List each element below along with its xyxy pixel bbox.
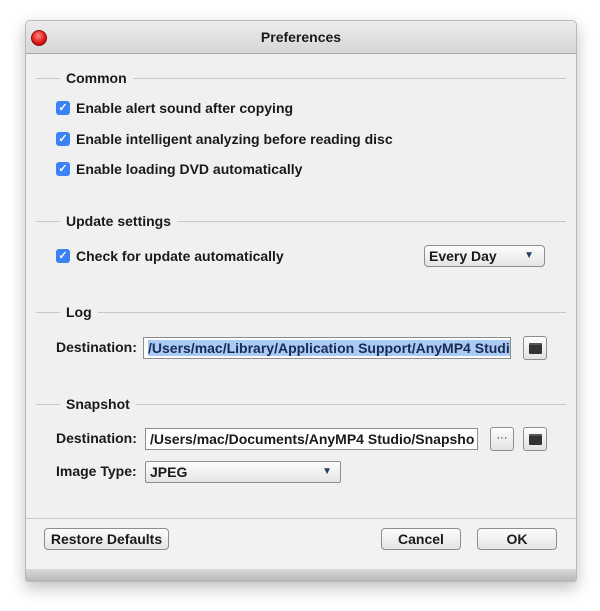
checkbox-label: Enable alert sound after copying — [76, 100, 294, 116]
close-button[interactable] — [31, 30, 47, 46]
chevron-down-icon: ▼ — [524, 250, 534, 261]
select-value: JPEG — [150, 464, 188, 480]
folder-icon — [528, 343, 542, 354]
more-button[interactable]: ··· — [490, 427, 514, 451]
image-type-select[interactable]: JPEG ▼ — [145, 461, 341, 483]
common-section: Common — [36, 69, 566, 87]
update-frequency-select[interactable]: Every Day ▼ — [424, 245, 545, 267]
checkmark-icon: ✓ — [56, 249, 70, 263]
checkbox-label: Enable loading DVD automatically — [76, 161, 303, 177]
log-browse-button[interactable] — [523, 336, 547, 360]
snapshot-destination-label: Destination: — [56, 430, 137, 446]
section-title: Common — [60, 69, 133, 87]
bottom-bar — [26, 569, 576, 581]
snapshot-section: Snapshot — [36, 395, 566, 413]
alert-sound-checkbox[interactable]: ✓ Enable alert sound after copying — [56, 100, 293, 116]
preferences-window: Preferences Common ✓ Enable alert sound a… — [25, 20, 577, 582]
section-title: Log — [60, 303, 98, 321]
section-title: Update settings — [60, 212, 178, 230]
checkmark-icon: ✓ — [56, 162, 70, 176]
selected-text: /Users/mac/Library/Application Support/A… — [148, 340, 510, 356]
section-title: Snapshot — [60, 395, 136, 413]
chevron-down-icon: ▼ — [322, 466, 332, 477]
restore-defaults-button[interactable]: Restore Defaults — [44, 528, 169, 550]
checkmark-icon: ✓ — [56, 101, 70, 115]
ok-button[interactable]: OK — [477, 528, 557, 550]
ellipsis-icon: ··· — [496, 432, 508, 444]
title-bar: Preferences — [26, 21, 576, 54]
checkbox-label: Enable intelligent analyzing before read… — [76, 131, 393, 147]
loading-dvd-checkbox[interactable]: ✓ Enable loading DVD automatically — [56, 161, 302, 177]
window-title: Preferences — [260, 29, 342, 45]
log-section: Log — [36, 303, 566, 321]
folder-icon — [528, 434, 542, 445]
snapshot-browse-button[interactable] — [523, 427, 547, 451]
log-destination-input[interactable]: /Users/mac/Library/Application Support/A… — [143, 337, 511, 359]
snapshot-destination-input[interactable]: /Users/mac/Documents/AnyMP4 Studio/Snaps… — [145, 428, 478, 450]
cancel-button[interactable]: Cancel — [381, 528, 461, 550]
log-destination-label: Destination: — [56, 339, 137, 355]
image-type-label: Image Type: — [56, 463, 137, 479]
footer-bar: Restore Defaults Cancel OK — [26, 518, 576, 570]
select-value: Every Day — [429, 248, 497, 264]
check-update-checkbox[interactable]: ✓ Check for update automatically — [56, 248, 284, 264]
checkmark-icon: ✓ — [56, 132, 70, 146]
checkbox-label: Check for update automatically — [76, 248, 284, 264]
update-section: Update settings — [36, 212, 566, 230]
intelligent-analyzing-checkbox[interactable]: ✓ Enable intelligent analyzing before rea… — [56, 131, 393, 147]
